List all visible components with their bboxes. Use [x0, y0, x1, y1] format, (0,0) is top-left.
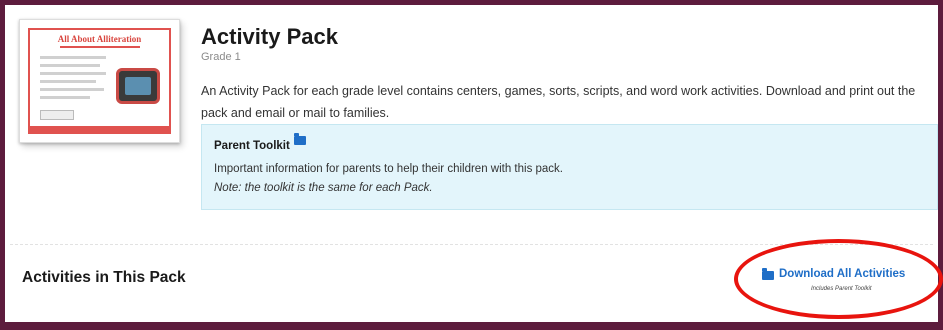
folder-icon[interactable]: [293, 133, 306, 145]
thumbnail-rule: [60, 46, 140, 48]
thumbnail-text-line: [40, 88, 104, 91]
parent-toolkit-heading[interactable]: Parent Toolkit: [214, 140, 290, 152]
thumbnail-text-line: [40, 96, 90, 99]
thumbnail-box: [40, 110, 74, 120]
thumbnail-text-line: [40, 72, 106, 75]
download-subtext: Includes Parent Toolkit: [811, 286, 872, 292]
parent-toolkit-note: Note: the toolkit is the same for each P…: [214, 182, 433, 194]
thumbnail-page: All About Alliteration: [28, 28, 171, 134]
pack-thumbnail[interactable]: All About Alliteration: [19, 19, 180, 143]
folder-icon: [762, 268, 774, 280]
thumbnail-tablet-image: [116, 68, 160, 104]
activities-section-title: Activities in This Pack: [22, 269, 186, 286]
thumbnail-text-line: [40, 56, 106, 59]
section-divider: [10, 244, 933, 245]
thumbnail-text-line: [40, 80, 96, 83]
parent-toolkit-text: Important information for parents to hel…: [214, 163, 564, 175]
thumbnail-text-line: [40, 64, 100, 67]
grade-label: Grade 1: [201, 51, 241, 63]
page-title: Activity Pack: [201, 24, 338, 49]
parent-toolkit-link[interactable]: Parent Toolkit: [214, 133, 306, 152]
thumbnail-footer: [30, 126, 169, 132]
pack-description: An Activity Pack for each grade level co…: [201, 84, 916, 120]
thumbnail-title: All About Alliteration: [57, 34, 142, 44]
download-all-button[interactable]: Download All Activities: [762, 268, 905, 280]
parent-toolkit-box: Parent Toolkit Important information for…: [201, 124, 938, 210]
download-all-label[interactable]: Download All Activities: [779, 268, 905, 280]
